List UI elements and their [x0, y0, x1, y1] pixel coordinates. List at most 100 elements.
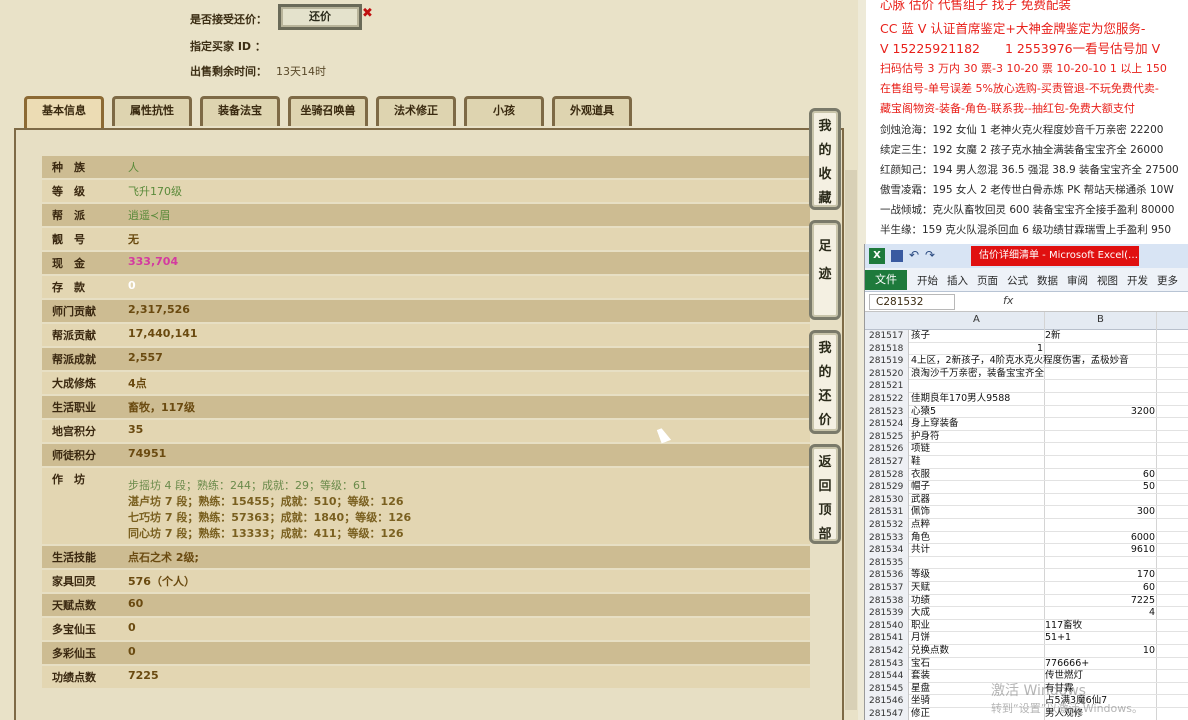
- tab-equipment[interactable]: 装备法宝: [200, 96, 280, 126]
- cell-a[interactable]: 月饼: [911, 632, 930, 644]
- cell-a[interactable]: 等级: [911, 569, 930, 581]
- row-number[interactable]: 281541: [865, 632, 909, 645]
- cell-a[interactable]: 职业: [911, 620, 930, 632]
- table-row[interactable]: 281534 共计 9610: [865, 544, 1188, 557]
- table-row[interactable]: 281536 等级 170: [865, 569, 1188, 582]
- cell-a[interactable]: 帽子: [911, 481, 930, 493]
- cell-a[interactable]: 星盘: [911, 683, 930, 695]
- row-number[interactable]: 281524: [865, 418, 909, 431]
- column-header-a[interactable]: A: [973, 314, 980, 325]
- cell-a[interactable]: 共计: [911, 544, 930, 556]
- table-row[interactable]: 281517 孩子 2新: [865, 330, 1188, 343]
- table-row[interactable]: 281538 功绩 7225: [865, 594, 1188, 608]
- tab-data[interactable]: 数据: [1037, 273, 1058, 288]
- table-row[interactable]: 281530 武器: [865, 493, 1188, 507]
- tab-developer[interactable]: 开发: [1127, 273, 1148, 288]
- save-icon[interactable]: [891, 250, 903, 262]
- cell-b[interactable]: 60: [1045, 469, 1155, 481]
- my-counter-offers-button[interactable]: 我的还价: [809, 330, 841, 434]
- table-row[interactable]: 281526 项链: [865, 443, 1188, 456]
- row-number[interactable]: 281527: [865, 456, 909, 469]
- tab-attributes[interactable]: 属性抗性: [112, 96, 192, 126]
- table-row[interactable]: 281543 宝石 776666+: [865, 657, 1188, 671]
- row-number[interactable]: 281535: [865, 556, 909, 570]
- close-icon[interactable]: ✖: [362, 6, 373, 21]
- cell-b[interactable]: 9610: [1045, 544, 1155, 556]
- cell-b[interactable]: 300: [1045, 506, 1155, 518]
- cell-a[interactable]: 宝石: [911, 658, 930, 670]
- row-number[interactable]: 281547: [865, 708, 909, 720]
- row-number[interactable]: 281544: [865, 670, 909, 683]
- tab-more[interactable]: 更多: [1157, 273, 1178, 288]
- tab-review[interactable]: 审阅: [1067, 273, 1088, 288]
- table-row[interactable]: 281537 天赋 60: [865, 582, 1188, 595]
- tab-home[interactable]: 开始: [917, 273, 938, 288]
- table-row[interactable]: 281524 身上穿装备: [865, 418, 1188, 431]
- name-box[interactable]: C281532: [869, 294, 955, 310]
- cell-a[interactable]: 4上区，2新孩子，4阶克水克火程度伤害，孟极妙音: [911, 355, 1129, 367]
- cell-a[interactable]: 套装: [911, 670, 930, 682]
- cell-a[interactable]: 大成: [911, 607, 930, 619]
- table-row[interactable]: 281542 兑换点数 10: [865, 645, 1188, 658]
- back-to-top-button[interactable]: 返回顶部: [809, 444, 841, 544]
- table-row[interactable]: 281523 心猿5 3200: [865, 405, 1188, 419]
- table-row[interactable]: 281535: [865, 556, 1188, 570]
- cell-a[interactable]: 武器: [911, 494, 930, 506]
- tab-insert[interactable]: 插入: [947, 273, 968, 288]
- row-number[interactable]: 281540: [865, 619, 909, 633]
- cell-a[interactable]: 天赋: [911, 582, 930, 594]
- cell-b[interactable]: 2新: [1045, 330, 1155, 342]
- row-number[interactable]: 281532: [865, 519, 909, 532]
- tab-formula[interactable]: 公式: [1007, 273, 1028, 288]
- row-number[interactable]: 281533: [865, 531, 909, 545]
- cell-a[interactable]: 身上穿装备: [911, 418, 959, 430]
- cell-b[interactable]: 50: [1045, 481, 1155, 493]
- tab-page[interactable]: 页面: [977, 273, 998, 288]
- tab-spell-mods[interactable]: 法术修正: [376, 96, 456, 126]
- scrollbar[interactable]: [845, 170, 857, 710]
- cell-b[interactable]: 3200: [1045, 406, 1155, 418]
- table-row[interactable]: 281540 职业 117畜牧: [865, 619, 1188, 633]
- table-row[interactable]: 281528 衣服 60: [865, 468, 1188, 482]
- table-row[interactable]: 281518 1: [865, 342, 1188, 356]
- cell-a[interactable]: 兑换点数: [911, 645, 949, 657]
- row-number[interactable]: 281531: [865, 506, 909, 519]
- row-number[interactable]: 281530: [865, 493, 909, 507]
- row-number[interactable]: 281519: [865, 355, 909, 368]
- cell-a[interactable]: 护身符: [911, 431, 940, 443]
- cell-b[interactable]: 4: [1045, 607, 1155, 619]
- cell-b[interactable]: 10: [1045, 645, 1155, 657]
- cell-a[interactable]: 修正: [911, 708, 930, 720]
- row-number[interactable]: 281542: [865, 645, 909, 658]
- tab-view[interactable]: 视图: [1097, 273, 1118, 288]
- cell-a[interactable]: 项链: [911, 443, 930, 455]
- cell-b[interactable]: 60: [1045, 582, 1155, 594]
- row-number[interactable]: 281529: [865, 481, 909, 494]
- cell-b[interactable]: 6000: [1045, 532, 1155, 544]
- row-number[interactable]: 281520: [865, 367, 909, 381]
- row-number[interactable]: 281528: [865, 468, 909, 482]
- table-row[interactable]: 281521: [865, 380, 1188, 393]
- table-row[interactable]: 281527 鞋: [865, 456, 1188, 469]
- cell-b[interactable]: 117畜牧: [1045, 620, 1155, 632]
- cell-b[interactable]: 7225: [1045, 595, 1155, 607]
- cell-a[interactable]: 浪淘沙千万亲密，装备宝宝齐全: [911, 368, 1044, 380]
- footprints-button[interactable]: 足迹: [809, 220, 841, 320]
- tab-mounts-pets[interactable]: 坐骑召唤兽: [288, 96, 368, 126]
- cell-a[interactable]: 衣服: [911, 469, 930, 481]
- tab-appearance[interactable]: 外观道具: [552, 96, 632, 126]
- row-number[interactable]: 281543: [865, 657, 909, 671]
- table-row[interactable]: 281533 角色 6000: [865, 531, 1188, 545]
- counter-offer-button[interactable]: 还价: [278, 4, 362, 30]
- column-header-b[interactable]: B: [1097, 314, 1104, 325]
- row-number[interactable]: 281522: [865, 393, 909, 406]
- fx-icon[interactable]: fx: [1003, 294, 1013, 307]
- row-number[interactable]: 281538: [865, 594, 909, 608]
- cell-b[interactable]: 776666+: [1045, 658, 1155, 670]
- table-row[interactable]: 281532 点粹: [865, 519, 1188, 532]
- undo-icon[interactable]: ↶: [909, 248, 919, 262]
- cell-a[interactable]: 鞋: [911, 456, 921, 468]
- table-row[interactable]: 281520 浪淘沙千万亲密，装备宝宝齐全: [865, 367, 1188, 381]
- row-number[interactable]: 281545: [865, 682, 909, 696]
- table-row[interactable]: 281539 大成 4: [865, 607, 1188, 620]
